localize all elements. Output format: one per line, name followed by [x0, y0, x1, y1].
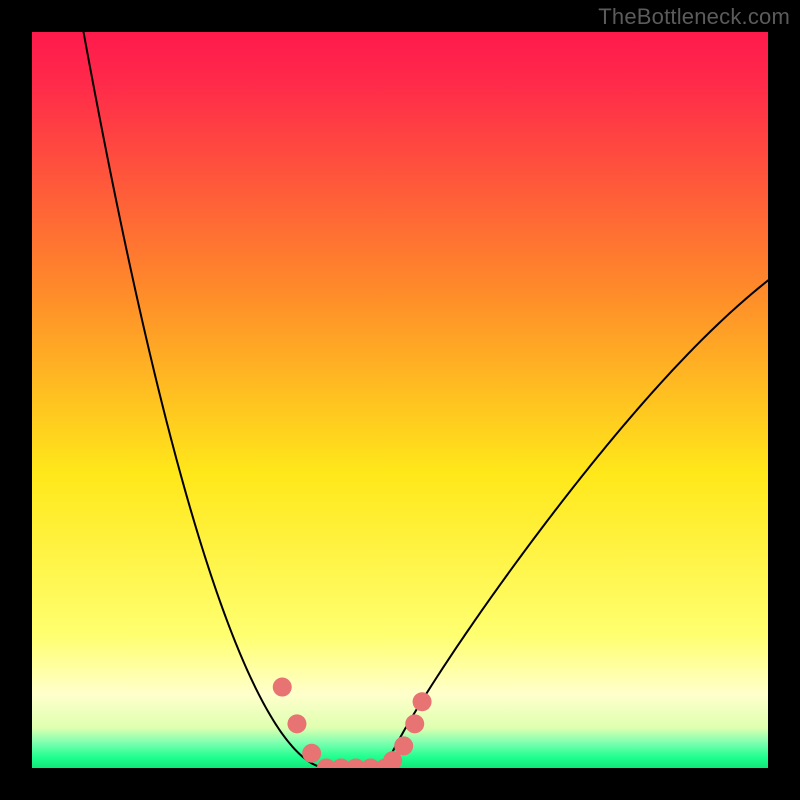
marker-dot	[394, 736, 413, 755]
plot-area	[32, 32, 768, 768]
watermark-text: TheBottleneck.com	[598, 4, 790, 30]
marker-dot	[302, 744, 321, 763]
marker-dot	[405, 714, 424, 733]
marker-dot	[273, 678, 292, 697]
marker-dot	[413, 692, 432, 711]
gradient-background	[32, 32, 768, 768]
chart-svg	[32, 32, 768, 768]
outer-frame: TheBottleneck.com	[0, 0, 800, 800]
marker-dot	[287, 714, 306, 733]
